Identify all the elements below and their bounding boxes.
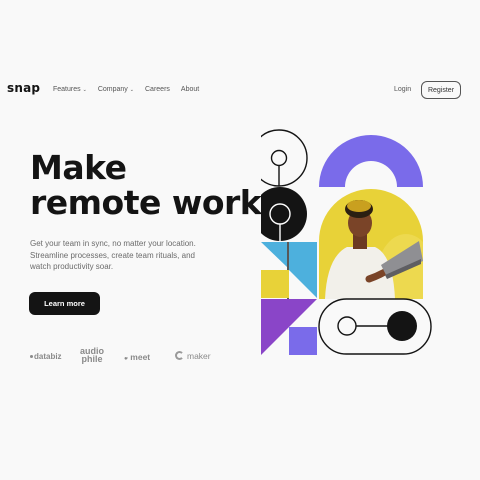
headline-line-1: Make xyxy=(30,148,127,187)
blue-block-shape xyxy=(289,242,317,298)
black-dot-shape xyxy=(387,311,417,341)
register-button[interactable]: Register xyxy=(421,81,461,99)
client-name: databiz xyxy=(34,352,62,361)
chevron-down-icon: ⌄ xyxy=(129,87,134,93)
nav-item-label: Company xyxy=(97,86,128,93)
client-name: meet xyxy=(130,352,151,362)
main-nav: Features ⌄ Company ⌄ Careers About xyxy=(53,86,199,93)
purple-square-shape xyxy=(289,327,317,355)
yellow-square-shape xyxy=(261,270,289,298)
hero-subcopy: Get your team in sync, no matter your lo… xyxy=(30,239,196,271)
client-name-line: phile xyxy=(81,354,103,364)
client-databiz: databiz xyxy=(30,352,62,361)
snap-logo[interactable]: snap xyxy=(7,81,40,95)
dots-icon: ●∙ xyxy=(124,356,128,362)
black-circle-shape xyxy=(261,187,307,241)
person-photo xyxy=(319,189,423,299)
nav-item-about[interactable]: About xyxy=(181,86,199,93)
maker-swirl-icon xyxy=(175,351,184,360)
outline-circle-icon xyxy=(261,129,308,187)
nav-item-company[interactable]: Company ⌄ xyxy=(98,86,134,93)
client-meet: ●∙ meet xyxy=(124,352,150,362)
purple-arch-shape xyxy=(319,135,423,187)
client-logos: databiz audio phile ●∙ meet maker xyxy=(0,345,260,375)
chevron-down-icon: ⌄ xyxy=(82,87,87,93)
client-name: maker xyxy=(187,351,211,361)
hero-headline: Make remote work xyxy=(30,148,262,222)
blue-triangle-shape xyxy=(261,242,287,267)
nav-item-label: Features xyxy=(53,86,81,93)
inner-ring-icon xyxy=(337,316,357,336)
hero-illustration xyxy=(261,129,432,355)
headline-line-2: remote work xyxy=(30,183,262,222)
nav-item-careers[interactable]: Careers xyxy=(145,86,170,93)
dot-icon xyxy=(30,355,33,359)
inner-ring-icon xyxy=(270,149,288,167)
nav-item-features[interactable]: Features ⌄ xyxy=(53,86,87,93)
learn-more-button[interactable]: Learn more xyxy=(29,292,100,315)
client-maker: maker xyxy=(175,351,211,361)
login-link[interactable]: Login xyxy=(394,86,411,93)
client-audiophile: audio phile xyxy=(80,347,104,364)
